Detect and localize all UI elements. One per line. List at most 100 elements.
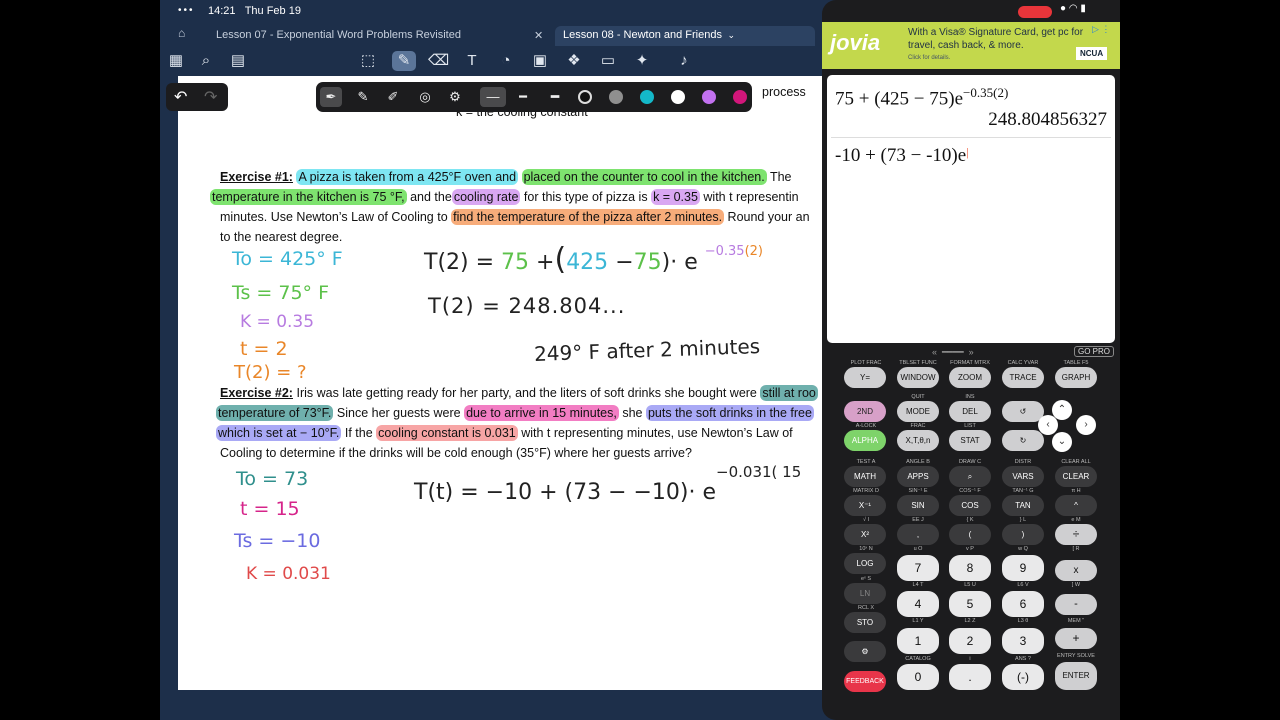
- elements-icon[interactable]: ❖: [564, 51, 584, 71]
- answer-1: 249° F after 2 minutes: [533, 334, 761, 366]
- one-key[interactable]: 1: [897, 628, 939, 654]
- eight-key[interactable]: 8: [949, 555, 991, 581]
- sto-key[interactable]: STO: [844, 612, 886, 633]
- tab-label: Lesson 07 - Exponential Word Problems Re…: [216, 29, 461, 41]
- tab-lesson-07[interactable]: Lesson 07 - Exponential Word Problems Re…: [208, 26, 543, 46]
- color-magenta-swatch[interactable]: [733, 90, 747, 104]
- zero-key[interactable]: 0: [897, 664, 939, 690]
- display-handle[interactable]: « ━━━━ »: [932, 347, 974, 358]
- bookmark-icon[interactable]: ▤: [228, 51, 248, 71]
- subtract-key[interactable]: -: [1055, 594, 1097, 615]
- lasso-icon[interactable]: ⬚: [358, 51, 378, 71]
- image-icon[interactable]: ▣: [530, 51, 550, 71]
- eraser-icon[interactable]: ⌫: [428, 51, 449, 71]
- laser-icon[interactable]: ✦: [632, 51, 652, 71]
- second-key[interactable]: 2ND: [844, 401, 886, 422]
- x-inverse-key[interactable]: X⁻¹: [844, 495, 886, 516]
- settings-key[interactable]: ⚙: [844, 641, 886, 662]
- shapes-icon[interactable]: ◔: [496, 51, 516, 71]
- sticky-note-icon[interactable]: ▭: [598, 51, 618, 71]
- arrow-left-icon[interactable]: ‹: [1038, 415, 1058, 435]
- arrow-right-icon[interactable]: ›: [1076, 415, 1096, 435]
- apps-key[interactable]: APPS: [897, 466, 939, 487]
- sublabel: LIST: [964, 423, 976, 429]
- go-pro-button[interactable]: GO PRO: [1074, 346, 1115, 357]
- xton-key[interactable]: X,T,θ,n: [897, 430, 939, 451]
- exercise-2-line-2: temperature of 73°F. Since her guests we…: [216, 405, 814, 421]
- sublabel: RCL X: [858, 605, 874, 611]
- pen-settings-icon[interactable]: ⚙: [444, 87, 466, 107]
- seven-key[interactable]: 7: [897, 555, 939, 581]
- mode-key[interactable]: MODE: [897, 401, 939, 422]
- pen-icon[interactable]: ✎: [392, 51, 416, 71]
- home-icon[interactable]: ⌂: [178, 26, 185, 40]
- enter-key[interactable]: ENTER: [1055, 662, 1097, 690]
- graph-key[interactable]: GRAPH: [1055, 367, 1097, 388]
- math-key[interactable]: MATH: [844, 466, 886, 487]
- sublabel: u O: [913, 546, 923, 552]
- thickness-fine-icon[interactable]: —: [480, 87, 506, 107]
- ball-pen-icon[interactable]: ✎: [352, 87, 374, 107]
- log-key[interactable]: LOG: [844, 553, 886, 574]
- nine-key[interactable]: 9: [1002, 555, 1044, 581]
- sublabel: EE J: [912, 517, 924, 523]
- sin-key[interactable]: SIN: [897, 495, 939, 516]
- exercise-2-line-4: Cooling to determine if the drinks will …: [220, 446, 692, 460]
- redo-icon[interactable]: ↷: [204, 87, 217, 107]
- zoom-key[interactable]: ZOOM: [949, 367, 991, 388]
- divide-key[interactable]: ÷: [1055, 524, 1097, 545]
- x-squared-key[interactable]: X²: [844, 524, 886, 545]
- vars-key[interactable]: VARS: [1002, 466, 1044, 487]
- y-equals-key[interactable]: Y=: [844, 367, 886, 388]
- shape-recognition-icon[interactable]: ◎: [414, 87, 436, 107]
- arrow-down-icon[interactable]: ⌄: [1052, 432, 1072, 452]
- tab-lesson-08[interactable]: Lesson 08 - Newton and Friends ⌄: [555, 26, 815, 46]
- add-key[interactable]: +: [1055, 628, 1097, 649]
- multiply-key[interactable]: x: [1055, 560, 1097, 581]
- undo-icon[interactable]: ↶: [174, 87, 187, 107]
- tan-key[interactable]: TAN: [1002, 495, 1044, 516]
- thickness-thick-icon[interactable]: ━: [544, 87, 566, 107]
- search-key[interactable]: ⌕: [949, 466, 991, 487]
- multitask-dots[interactable]: •••: [178, 5, 195, 16]
- thickness-medium-icon[interactable]: ━: [512, 87, 534, 107]
- exercise-2-line-1: Exercise #2: Iris was late getting ready…: [220, 385, 818, 401]
- brush-pen-icon[interactable]: ✐: [382, 87, 404, 107]
- cos-key[interactable]: COS: [949, 495, 991, 516]
- six-key[interactable]: 6: [1002, 591, 1044, 617]
- handwritten-t0: To = 425° F: [232, 248, 343, 270]
- decimal-key[interactable]: .: [949, 664, 991, 690]
- search-icon[interactable]: ⌕: [196, 51, 216, 71]
- power-key[interactable]: ^: [1055, 495, 1097, 516]
- microphone-icon[interactable]: ♪: [674, 51, 694, 71]
- advertisement-banner[interactable]: jovia With a Visa® Signature Card, get p…: [822, 22, 1120, 69]
- ln-key[interactable]: LN: [844, 583, 886, 604]
- del-key[interactable]: DEL: [949, 401, 991, 422]
- ad-info-icon[interactable]: ▷ ⋮: [1092, 24, 1110, 35]
- three-key[interactable]: 3: [1002, 628, 1044, 654]
- window-key[interactable]: WINDOW: [897, 367, 939, 388]
- five-key[interactable]: 5: [949, 591, 991, 617]
- four-key[interactable]: 4: [897, 591, 939, 617]
- chevron-down-icon[interactable]: ⌄: [725, 30, 736, 40]
- close-icon[interactable]: ✕: [534, 29, 543, 42]
- alpha-key[interactable]: ALPHA: [844, 430, 886, 451]
- color-cyan-swatch[interactable]: [640, 90, 654, 104]
- color-white-swatch[interactable]: [671, 90, 685, 104]
- trace-key[interactable]: TRACE: [1002, 367, 1044, 388]
- negative-key[interactable]: (-): [1002, 664, 1044, 690]
- color-purple-swatch[interactable]: [702, 90, 716, 104]
- color-black-swatch[interactable]: [578, 90, 592, 104]
- color-gray-swatch[interactable]: [609, 90, 623, 104]
- stat-key[interactable]: STAT: [949, 430, 991, 451]
- sublabel: TBLSET FUNC: [899, 360, 937, 366]
- comma-key[interactable]: ,: [897, 524, 939, 545]
- left-paren-key[interactable]: (: [949, 524, 991, 545]
- feedback-button[interactable]: FEEDBACK: [844, 671, 886, 692]
- right-paren-key[interactable]: ): [1002, 524, 1044, 545]
- thumbnails-icon[interactable]: ▦: [166, 51, 186, 71]
- text-icon[interactable]: T: [462, 51, 482, 71]
- clear-key[interactable]: CLEAR: [1055, 466, 1097, 487]
- fountain-pen-icon[interactable]: ✒: [320, 87, 342, 107]
- two-key[interactable]: 2: [949, 628, 991, 654]
